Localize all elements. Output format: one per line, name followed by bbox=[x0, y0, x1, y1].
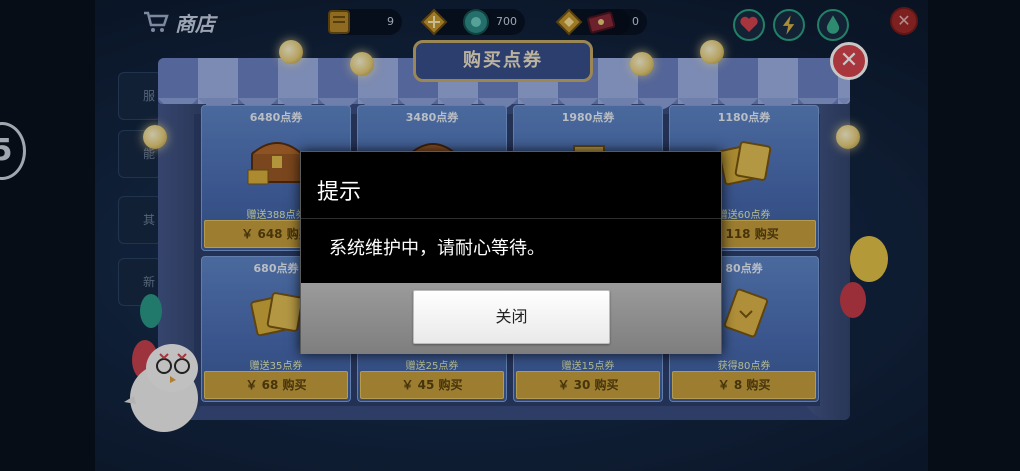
alert-dialog: 提示 系统维护中，请耐心等待。 关闭 bbox=[300, 151, 722, 354]
close-button[interactable]: 关闭 bbox=[413, 290, 610, 344]
dialog-message: 系统维护中，请耐心等待。 bbox=[329, 238, 545, 259]
dialog-title: 提示 bbox=[317, 180, 362, 205]
dialog-divider bbox=[301, 218, 721, 219]
dialog-footer: 关闭 bbox=[301, 283, 721, 354]
